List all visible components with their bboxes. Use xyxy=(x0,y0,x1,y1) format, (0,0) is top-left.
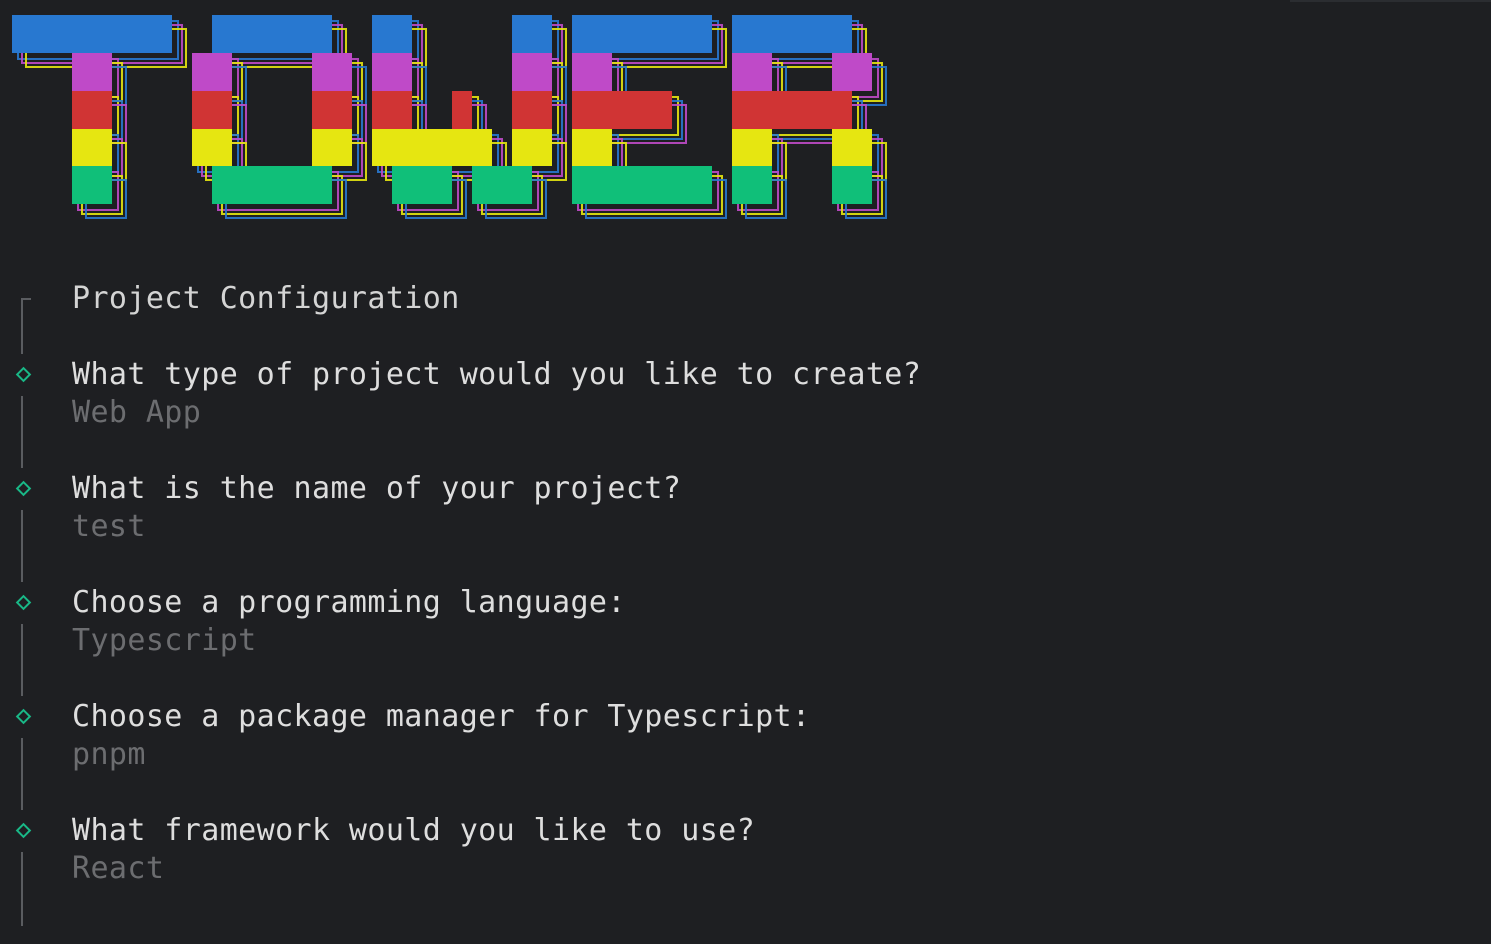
logo-block xyxy=(732,53,772,91)
logo-block xyxy=(732,91,852,129)
logo-block xyxy=(832,129,872,166)
step-answer: test xyxy=(72,509,146,544)
step-answer: Web App xyxy=(72,395,202,430)
logo-block xyxy=(512,15,552,53)
logo-block xyxy=(732,129,772,166)
step-answer: Typescript xyxy=(72,623,257,658)
tree-rail-segment xyxy=(21,852,23,926)
logo-block xyxy=(392,166,452,204)
logo-block xyxy=(12,15,172,53)
logo-block xyxy=(372,129,492,166)
logo-block xyxy=(572,129,612,166)
section-title: Project Configuration xyxy=(72,281,460,316)
logo-block xyxy=(72,53,112,91)
logo-block xyxy=(572,15,712,53)
step-complete-diamond-icon xyxy=(15,366,32,383)
step-question: Choose a package manager for Typescript: xyxy=(72,699,811,734)
logo-block xyxy=(192,129,232,166)
step-answer: pnpm xyxy=(72,737,146,772)
step-complete-diamond-icon xyxy=(15,822,32,839)
step-question: What framework would you like to use? xyxy=(72,813,756,848)
tree-rail-segment xyxy=(21,624,23,696)
logo-block xyxy=(212,166,332,204)
logo-block xyxy=(372,91,412,129)
logo-block xyxy=(452,91,472,129)
logo-block xyxy=(512,129,552,166)
step-question: What is the name of your project? xyxy=(72,471,682,506)
logo-block xyxy=(472,166,532,204)
window-top-edge xyxy=(1290,0,1491,2)
tree-rail-corner xyxy=(21,298,31,300)
logo-block xyxy=(572,166,712,204)
logo-block xyxy=(572,91,672,129)
logo-block xyxy=(372,15,412,53)
tower-ascii-logo xyxy=(12,15,887,219)
tree-rail-segment xyxy=(21,510,23,582)
logo-block xyxy=(192,53,232,91)
step-complete-diamond-icon xyxy=(15,594,32,611)
logo-block xyxy=(72,91,112,129)
logo-block xyxy=(312,129,352,166)
logo-block xyxy=(312,53,352,91)
terminal-window: Project Configuration What type of proje… xyxy=(0,0,1491,944)
step-complete-diamond-icon xyxy=(15,708,32,725)
logo-block xyxy=(512,91,552,129)
logo-block xyxy=(312,91,352,129)
logo-block xyxy=(572,53,612,91)
logo-block xyxy=(212,15,332,53)
logo-block xyxy=(832,53,872,91)
logo-block xyxy=(832,166,872,204)
step-answer: React xyxy=(72,851,165,886)
logo-block xyxy=(192,91,232,129)
logo-block xyxy=(512,53,552,91)
logo-block xyxy=(372,53,412,91)
logo-block xyxy=(732,166,772,204)
tree-rail-segment xyxy=(21,396,23,468)
tree-rail-segment xyxy=(21,738,23,810)
step-question: Choose a programming language: xyxy=(72,585,626,620)
step-complete-diamond-icon xyxy=(15,480,32,497)
logo-block xyxy=(72,129,112,166)
tree-rail-segment xyxy=(21,298,23,354)
logo-block xyxy=(732,15,852,53)
step-question: What type of project would you like to c… xyxy=(72,357,922,392)
logo-block xyxy=(72,166,112,204)
